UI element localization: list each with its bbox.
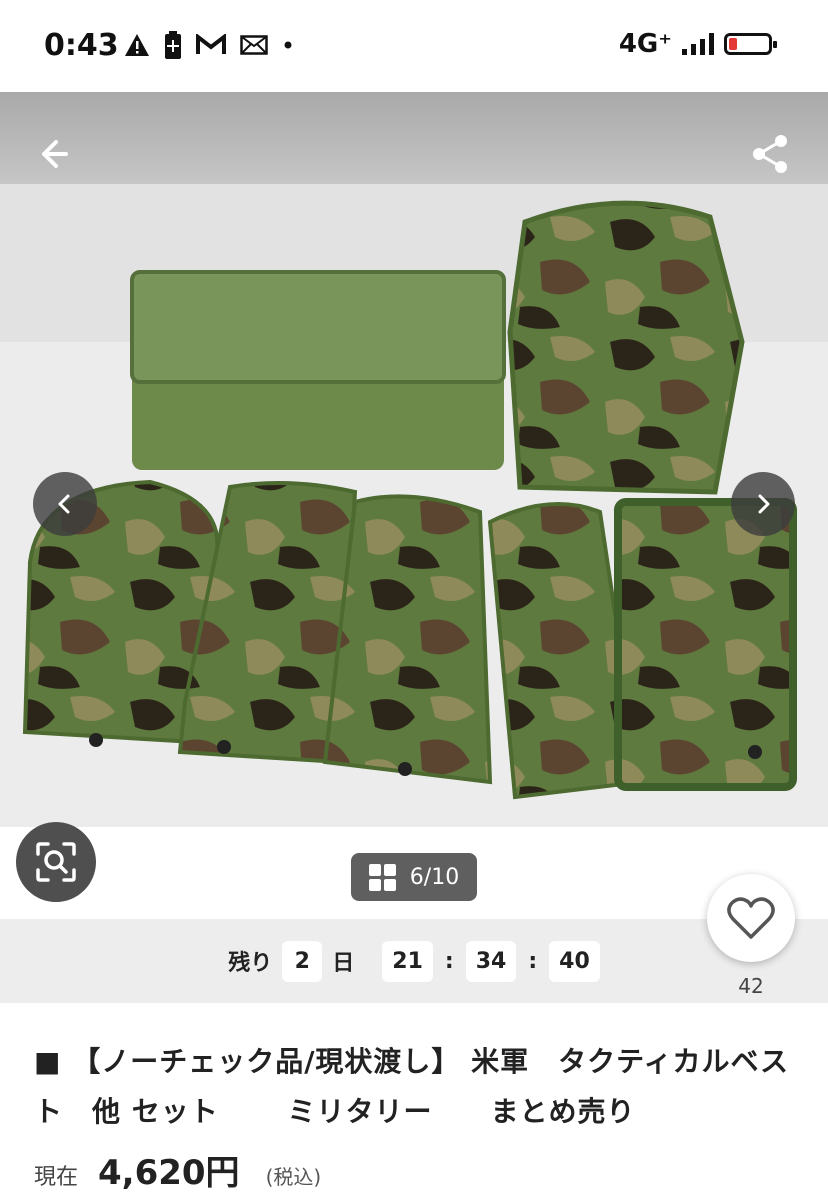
timer-days: 2: [282, 940, 323, 982]
header-overlay: [0, 92, 828, 184]
favorite-count: 42: [738, 974, 764, 998]
heart-icon: [727, 897, 775, 939]
notification-icons: [124, 31, 294, 59]
network-label: 4G⁺: [618, 29, 672, 59]
status-bar: 0:43 4G⁺: [0, 0, 828, 92]
listing-details: 6/10 残り 2 日 21 : 34 : 40 42 ■ 【ノーチェック品/現…: [0, 822, 828, 1200]
tax-note: (税込): [265, 1165, 322, 1189]
status-time: 0:43: [44, 28, 119, 63]
product-photo: [0, 182, 828, 827]
status-right: 4G⁺: [618, 29, 777, 59]
listing-title: ■ 【ノーチェック品/現状渡し】 米軍 タクティカルベスト 他 セット ミリタリ…: [34, 1045, 790, 1128]
battery-saver-icon: [165, 31, 181, 59]
chevron-left-icon: [58, 494, 70, 514]
timer-separator: :: [528, 948, 538, 974]
back-button[interactable]: [36, 132, 80, 176]
timer-day-unit: 日: [332, 951, 355, 976]
previous-image-button[interactable]: [33, 472, 97, 536]
image-counter-button[interactable]: 6/10: [351, 853, 477, 901]
timer-hours: 21: [382, 940, 433, 982]
image-counter-label: 6/10: [409, 864, 460, 890]
timer-separator: :: [444, 948, 454, 974]
price-row: 現在 4,620円 (税込): [34, 1145, 321, 1194]
timer-seconds: 40: [549, 940, 600, 982]
share-button[interactable]: [748, 132, 792, 176]
next-image-button[interactable]: [731, 472, 795, 536]
gmail-icon: [196, 34, 226, 54]
mail-icon: [240, 35, 268, 55]
lens-search-icon: [36, 842, 76, 882]
price-label: 現在: [34, 1165, 79, 1190]
timer-minutes: 34: [465, 940, 517, 982]
battery-low-icon: [724, 33, 777, 55]
share-icon: [753, 135, 787, 173]
timer-label: 残り: [228, 951, 273, 976]
arrow-left-icon: [42, 140, 68, 168]
auction-timer: 残り 2 日 21 : 34 : 40: [0, 919, 828, 1003]
favorite-button[interactable]: [707, 874, 795, 962]
product-image-viewer[interactable]: [0, 92, 828, 827]
price-value: 4,620円: [98, 1153, 240, 1193]
warning-icon: [125, 34, 149, 56]
favorite-area: 42: [707, 874, 795, 998]
chevron-right-icon: [758, 494, 770, 514]
more-dot-icon: [284, 41, 292, 49]
grid-icon: [368, 863, 396, 891]
signal-icon: [682, 33, 714, 55]
image-search-button[interactable]: [16, 822, 96, 902]
